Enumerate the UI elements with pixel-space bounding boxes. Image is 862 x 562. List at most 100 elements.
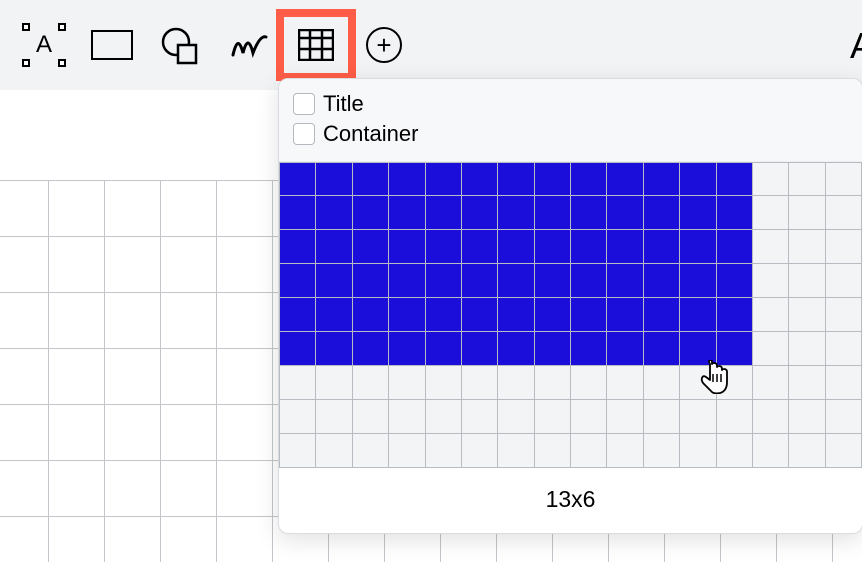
grid-cell[interactable]: [607, 332, 643, 366]
grid-cell[interactable]: [644, 434, 680, 468]
grid-cell[interactable]: [789, 230, 825, 264]
grid-cell[interactable]: [426, 264, 462, 298]
grid-cell[interactable]: [498, 264, 534, 298]
rectangle-tool[interactable]: [78, 15, 146, 75]
grid-cell[interactable]: [753, 366, 789, 400]
grid-cell[interactable]: [607, 434, 643, 468]
grid-cell[interactable]: [426, 366, 462, 400]
grid-cell[interactable]: [389, 332, 425, 366]
grid-cell[interactable]: [789, 366, 825, 400]
grid-cell[interactable]: [426, 332, 462, 366]
grid-cell[interactable]: [644, 332, 680, 366]
grid-cell[interactable]: [717, 400, 753, 434]
grid-cell[interactable]: [389, 162, 425, 196]
grid-cell[interactable]: [644, 162, 680, 196]
grid-cell[interactable]: [753, 400, 789, 434]
grid-cell[interactable]: [316, 298, 352, 332]
grid-cell[interactable]: [789, 298, 825, 332]
grid-cell[interactable]: [607, 400, 643, 434]
grid-cell[interactable]: [571, 264, 607, 298]
grid-cell[interactable]: [498, 298, 534, 332]
grid-cell[interactable]: [280, 298, 316, 332]
grid-cell[interactable]: [644, 298, 680, 332]
grid-cell[interactable]: [462, 230, 498, 264]
title-checkbox-row[interactable]: Title: [293, 89, 848, 119]
grid-cell[interactable]: [717, 230, 753, 264]
grid-cell[interactable]: [680, 400, 716, 434]
grid-cell[interactable]: [717, 162, 753, 196]
grid-cell[interactable]: [535, 434, 571, 468]
grid-cell[interactable]: [498, 400, 534, 434]
grid-cell[interactable]: [426, 196, 462, 230]
grid-cell[interactable]: [353, 162, 389, 196]
grid-cell[interactable]: [280, 162, 316, 196]
grid-cell[interactable]: [826, 298, 862, 332]
grid-cell[interactable]: [571, 434, 607, 468]
table-tool[interactable]: [282, 15, 350, 75]
grid-cell[interactable]: [280, 332, 316, 366]
grid-cell[interactable]: [680, 332, 716, 366]
grid-cell[interactable]: [462, 298, 498, 332]
container-checkbox[interactable]: [293, 123, 315, 145]
grid-cell[interactable]: [753, 434, 789, 468]
grid-cell[interactable]: [753, 264, 789, 298]
grid-cell[interactable]: [717, 434, 753, 468]
grid-cell[interactable]: [280, 196, 316, 230]
grid-cell[interactable]: [316, 434, 352, 468]
grid-cell[interactable]: [316, 230, 352, 264]
grid-cell[interactable]: [462, 366, 498, 400]
grid-cell[interactable]: [316, 366, 352, 400]
grid-cell[interactable]: [644, 366, 680, 400]
grid-cell[interactable]: [389, 298, 425, 332]
grid-cell[interactable]: [426, 400, 462, 434]
grid-cell[interactable]: [353, 332, 389, 366]
grid-cell[interactable]: [717, 264, 753, 298]
grid-cell[interactable]: [535, 264, 571, 298]
grid-cell[interactable]: [571, 366, 607, 400]
grid-cell[interactable]: [826, 264, 862, 298]
grid-cell[interactable]: [316, 400, 352, 434]
grid-cell[interactable]: [426, 298, 462, 332]
grid-cell[interactable]: [316, 264, 352, 298]
grid-cell[interactable]: [607, 366, 643, 400]
grid-cell[interactable]: [644, 196, 680, 230]
grid-cell[interactable]: [680, 434, 716, 468]
grid-cell[interactable]: [826, 230, 862, 264]
grid-cell[interactable]: [535, 400, 571, 434]
grid-cell[interactable]: [753, 162, 789, 196]
container-checkbox-row[interactable]: Container: [293, 119, 848, 149]
grid-cell[interactable]: [680, 298, 716, 332]
grid-cell[interactable]: [353, 400, 389, 434]
grid-cell[interactable]: [462, 196, 498, 230]
grid-cell[interactable]: [462, 162, 498, 196]
grid-cell[interactable]: [571, 196, 607, 230]
grid-cell[interactable]: [426, 230, 462, 264]
grid-cell[interactable]: [717, 298, 753, 332]
grid-cell[interactable]: [535, 298, 571, 332]
grid-cell[interactable]: [462, 332, 498, 366]
freehand-tool[interactable]: [214, 15, 282, 75]
text-box-tool[interactable]: [10, 15, 78, 75]
grid-cell[interactable]: [826, 162, 862, 196]
grid-cell[interactable]: [316, 332, 352, 366]
grid-cell[interactable]: [826, 366, 862, 400]
grid-cell[interactable]: [316, 162, 352, 196]
grid-cell[interactable]: [462, 400, 498, 434]
grid-cell[interactable]: [789, 400, 825, 434]
grid-cell[interactable]: [607, 196, 643, 230]
grid-cell[interactable]: [389, 196, 425, 230]
grid-cell[interactable]: [353, 366, 389, 400]
grid-cell[interactable]: [280, 366, 316, 400]
grid-cell[interactable]: [535, 230, 571, 264]
grid-cell[interactable]: [789, 162, 825, 196]
grid-cell[interactable]: [353, 298, 389, 332]
grid-cell[interactable]: [826, 196, 862, 230]
grid-cell[interactable]: [680, 162, 716, 196]
grid-cell[interactable]: [280, 434, 316, 468]
grid-cell[interactable]: [607, 264, 643, 298]
grid-cell[interactable]: [316, 196, 352, 230]
grid-cell[interactable]: [498, 434, 534, 468]
grid-cell[interactable]: [280, 230, 316, 264]
grid-cell[interactable]: [753, 196, 789, 230]
grid-cell[interactable]: [753, 332, 789, 366]
